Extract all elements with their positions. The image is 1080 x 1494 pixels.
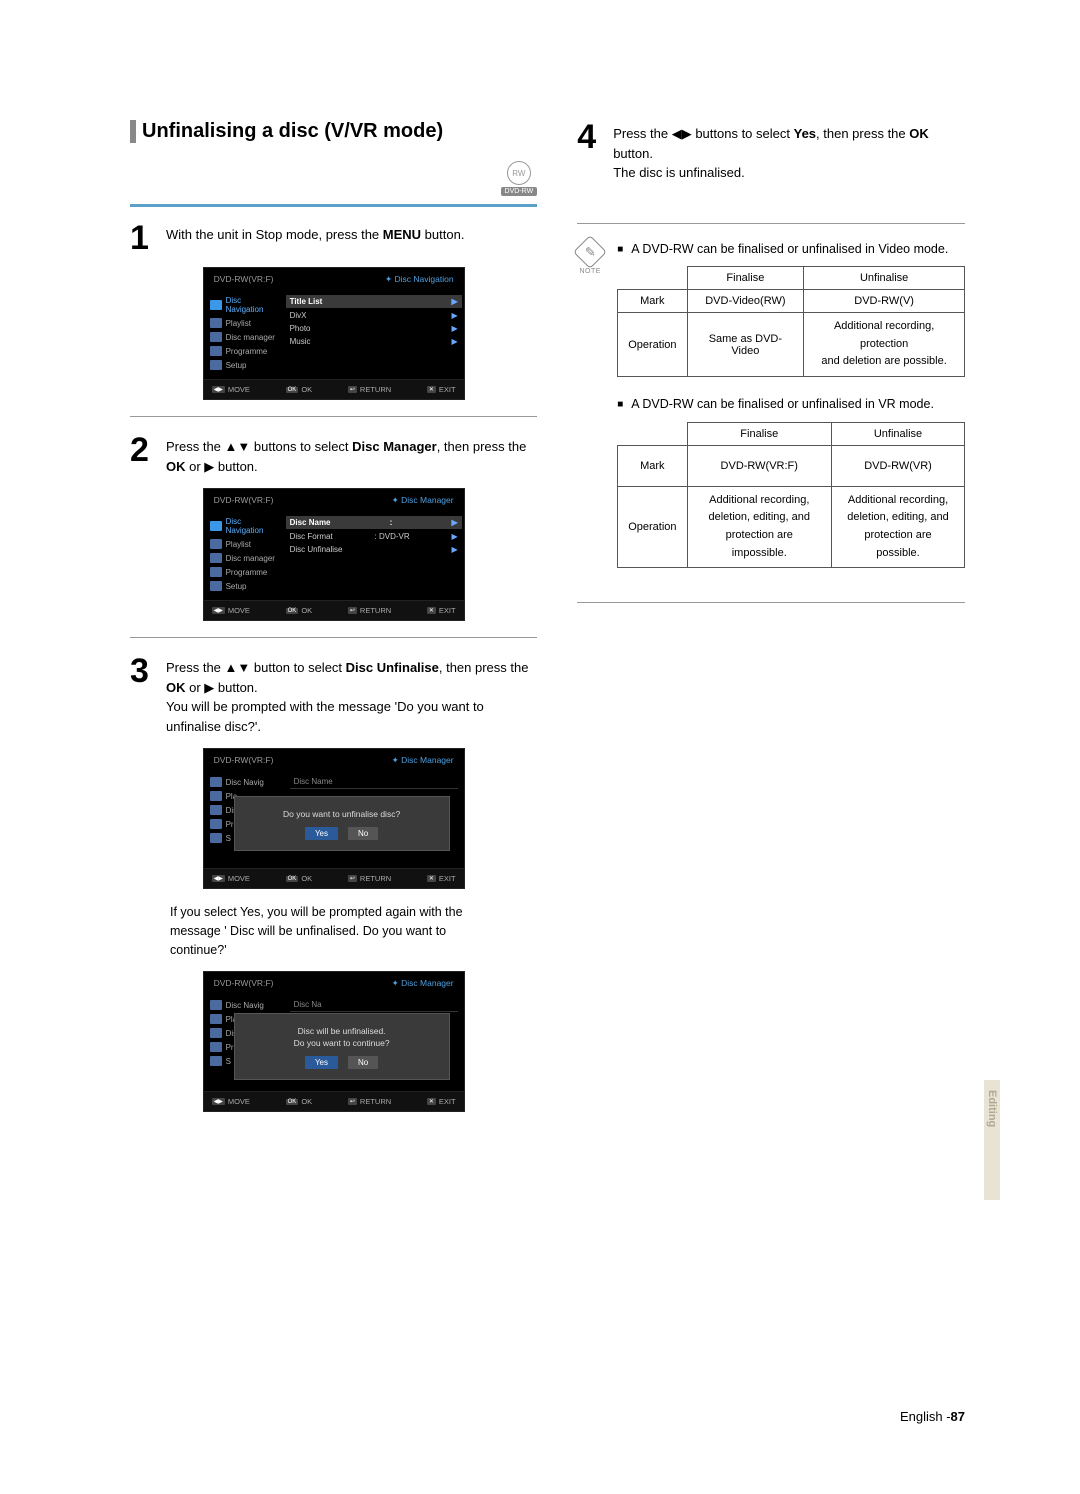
osd-nav-disc-manager: Disc manager	[208, 551, 280, 565]
osd-nav-disc-navigation: Disc Navigation	[208, 515, 280, 537]
osd-row-divx: DivX▶	[290, 309, 458, 322]
dialog-no-button[interactable]: No	[348, 1056, 378, 1069]
divider	[130, 637, 537, 638]
note-bullet: ■ A DVD-RW can be finalised or unfinalis…	[617, 395, 965, 414]
osd-header-right: ✦ Disc Navigation	[385, 274, 454, 285]
table-row: Mark DVD-Video(RW) DVD-RW(V)	[618, 290, 965, 313]
osd-row-disc-name: Disc Name:▶	[286, 516, 462, 529]
page-footer: English -87	[900, 1409, 965, 1424]
step-text: Press the ◀▶ buttons to select Yes, then…	[613, 120, 965, 183]
osd-row-disc-unfinalise: Disc Unfinalise▶	[290, 543, 458, 556]
step-number: 2	[130, 433, 156, 476]
step-number: 3	[130, 654, 156, 736]
step-1: 1 With the unit in Stop mode, press the …	[130, 221, 537, 255]
osd-dialog: Disc will be unfinalised. Do you want to…	[234, 1013, 450, 1080]
dialog-message: Do you want to unfinalise disc?	[243, 809, 441, 819]
divider	[577, 602, 965, 603]
dialog-message-1: Disc will be unfinalised.	[243, 1026, 441, 1036]
side-tab-editing: Editing	[984, 1080, 1000, 1200]
dialog-message-2: Do you want to continue?	[243, 1038, 441, 1048]
osd-header-left: DVD-RW(VR:F)	[214, 274, 274, 285]
table-header-finalise: Finalise	[687, 422, 832, 445]
osd-screenshot-disc-manager: DVD-RW(VR:F) ✦ Disc Manager Disc Navigat…	[203, 488, 465, 621]
table-row: Operation Additional recording,deletion,…	[618, 486, 965, 567]
table-header-unfinalise: Unfinalise	[804, 267, 965, 290]
table-row: Operation Same as DVD-Video Additional r…	[618, 313, 965, 377]
section-title: Unfinalising a disc (V/VR mode)	[130, 120, 537, 143]
divider	[130, 416, 537, 417]
step-text: With the unit in Stop mode, press the ME…	[166, 221, 464, 255]
osd-row-music: Music▶	[290, 335, 458, 348]
osd-nav-programme: Programme	[208, 344, 280, 358]
divider	[577, 223, 965, 224]
divider	[130, 204, 537, 207]
osd-screenshot-navigation: DVD-RW(VR:F) ✦ Disc Navigation Disc Navi…	[203, 267, 465, 400]
step-3: 3 Press the ▲▼ button to select Disc Unf…	[130, 654, 537, 736]
osd-nav-disc-manager: Disc manager	[208, 330, 280, 344]
osd-screenshot-unfinalise-prompt: DVD-RW(VR:F) ✦ Disc Manager Disc Navig P…	[203, 748, 465, 889]
osd-dialog: Do you want to unfinalise disc? Yes No	[234, 796, 450, 851]
note-bullet: ■ A DVD-RW can be finalised or unfinalis…	[617, 240, 965, 259]
osd-nav-disc-navigation: Disc Navigation	[208, 294, 280, 316]
osd-row-title-list: Title List▶	[286, 295, 462, 308]
step-text: Press the ▲▼ buttons to select Disc Mana…	[166, 433, 537, 476]
table-vr-mode: Finalise Unfinalise Mark DVD-RW(VR:F) DV…	[617, 422, 965, 568]
osd-nav-programme: Programme	[208, 565, 280, 579]
osd-screenshot-continue-prompt: DVD-RW(VR:F) ✦ Disc Manager Disc Navig P…	[203, 971, 465, 1112]
osd-nav-playlist: Playlist	[208, 316, 280, 330]
osd-nav-setup: Setup	[208, 358, 280, 372]
table-video-mode: Finalise Unfinalise Mark DVD-Video(RW) D…	[617, 266, 965, 377]
dialog-yes-button[interactable]: Yes	[305, 827, 338, 840]
step-number: 4	[577, 120, 603, 183]
table-row: Mark DVD-RW(VR:F) DVD-RW(VR)	[618, 445, 965, 486]
step-text: Press the ▲▼ button to select Disc Unfin…	[166, 654, 537, 736]
table-header-finalise: Finalise	[687, 267, 804, 290]
caption-text: If you select Yes, you will be prompted …	[170, 903, 497, 959]
osd-row-disc-format: Disc Format: DVD-VR▶	[290, 530, 458, 543]
table-header-unfinalise: Unfinalise	[832, 422, 965, 445]
dvd-rw-disc-icon: RW DVD-RW	[501, 161, 538, 196]
note-icon: ✎ NOTE	[577, 240, 603, 275]
step-4: 4 Press the ◀▶ buttons to select Yes, th…	[577, 120, 965, 183]
osd-nav-setup: Setup	[208, 579, 280, 593]
step-2: 2 Press the ▲▼ buttons to select Disc Ma…	[130, 433, 537, 476]
step-number: 1	[130, 221, 156, 255]
dialog-yes-button[interactable]: Yes	[305, 1056, 338, 1069]
osd-nav-playlist: Playlist	[208, 537, 280, 551]
osd-row-photo: Photo▶	[290, 322, 458, 335]
dialog-no-button[interactable]: No	[348, 827, 378, 840]
